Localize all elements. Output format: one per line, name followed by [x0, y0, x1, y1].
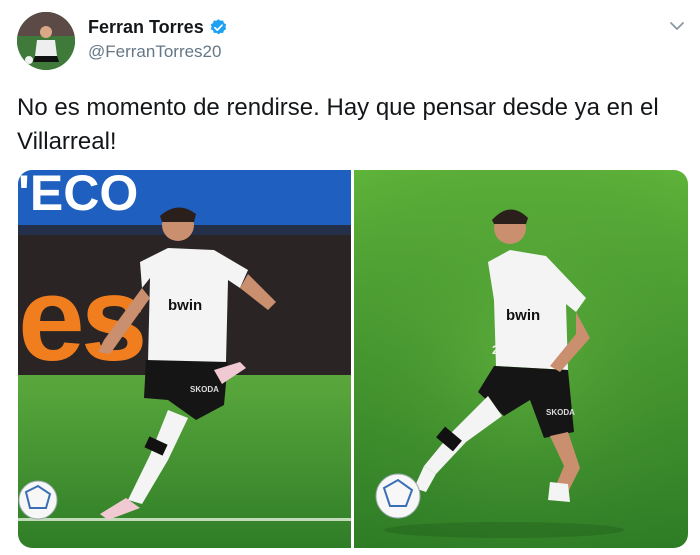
avatar-photo	[17, 12, 75, 70]
tweet-text: No es momento de rendirse. Hay que pensa…	[17, 94, 659, 155]
jersey-sponsor-text: bwin	[168, 297, 202, 314]
chevron-down-icon[interactable]	[669, 18, 685, 34]
ad-board-top-text: 'ECO	[18, 170, 138, 221]
player-kicking-ball-photo: 'ECO esD bwin SKODA	[18, 170, 351, 548]
player-dribbling-photo: bwin 20 SKODA	[354, 170, 688, 548]
display-name[interactable]: Ferran Torres	[88, 17, 204, 38]
shorts-brand-text-2: SKODA	[546, 408, 575, 417]
shorts-brand-text: SKODA	[190, 385, 219, 394]
tweet-photo-2[interactable]: bwin 20 SKODA	[354, 170, 688, 548]
avatar[interactable]	[17, 12, 75, 70]
jersey-sponsor-text-2: bwin	[506, 307, 540, 324]
verified-badge-icon	[210, 19, 226, 35]
media-grid: 'ECO esD bwin SKODA	[18, 170, 688, 548]
shorts-number-text: 20	[492, 343, 506, 357]
user-handle[interactable]: @FerranTorres20	[88, 42, 221, 62]
tweet-photo-1[interactable]: 'ECO esD bwin SKODA	[18, 170, 351, 548]
